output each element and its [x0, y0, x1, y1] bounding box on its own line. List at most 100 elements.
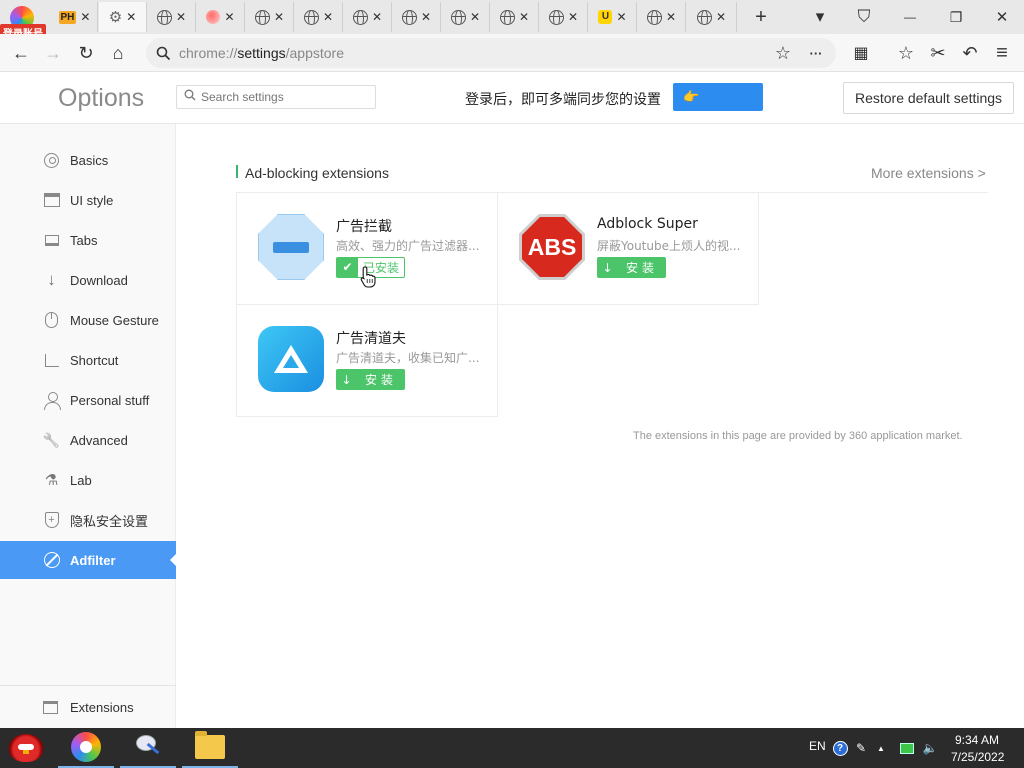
tab-close-icon[interactable]: ✕ — [323, 11, 333, 23]
pen-icon[interactable]: ✎ — [853, 740, 869, 756]
apps-icon[interactable]: ▦ — [848, 40, 874, 66]
extension-card[interactable]: 广告拦截 高效、强力的广告过滤器... ✔ 已安装 — [236, 192, 498, 305]
u-favicon-icon: U — [598, 10, 613, 24]
sidebar-item-download[interactable]: ↓ Download — [0, 261, 176, 299]
tab-page[interactable]: ✕ — [148, 2, 196, 32]
install-button[interactable]: ↓ 安装 — [336, 369, 405, 390]
sidebar-item-ui-style[interactable]: UI style — [0, 181, 176, 219]
show-hidden-icons[interactable]: ▲ — [873, 740, 889, 756]
gear-icon: ⚙ — [108, 9, 123, 26]
tab-page[interactable]: ✕ — [442, 2, 490, 32]
help-icon[interactable]: ? — [832, 740, 848, 756]
address-bar[interactable]: chrome://settings/appstore ☆ ··· — [146, 38, 836, 68]
taskbar-app-file-explorer[interactable] — [182, 728, 238, 768]
tab-page[interactable]: ✕ — [295, 2, 343, 32]
tab-ph[interactable]: PH ✕ — [52, 2, 98, 32]
window-icon — [43, 192, 60, 209]
sidebar-item-label: Download — [70, 272, 128, 288]
sidebar-divider — [0, 685, 176, 686]
undo-icon[interactable]: ↶ — [957, 40, 983, 66]
minimize-button[interactable]: — — [892, 4, 928, 30]
tab-close-icon[interactable]: ✕ — [716, 11, 726, 23]
close-window-button[interactable]: ✕ — [984, 4, 1020, 30]
sidebar-item-personal-stuff[interactable]: Personal stuff — [0, 381, 176, 419]
page-title: Options — [58, 84, 145, 112]
tab-close-icon[interactable]: ✕ — [176, 11, 186, 23]
battery-icon[interactable] — [899, 740, 915, 756]
sidebar-item-label: Mouse Gesture — [70, 312, 159, 328]
sidebar-item-advanced[interactable]: 🔧 Advanced — [0, 421, 176, 459]
new-tab-button[interactable]: + — [743, 4, 779, 30]
restore-window-button[interactable]: ❐ — [938, 4, 974, 30]
extension-title: 广告清道夫 — [336, 331, 406, 347]
login-sync-button[interactable]: 👉 — [673, 83, 763, 111]
url-scheme: chrome:// — [179, 45, 238, 61]
tab-page[interactable]: ✕ — [638, 2, 686, 32]
taskbar-app-angry-birds[interactable] — [2, 728, 50, 768]
tab-close-icon[interactable]: ✕ — [126, 11, 136, 23]
sidebar-item-lab[interactable]: ⚗ Lab — [0, 461, 176, 499]
tab-page[interactable]: ✕ — [197, 2, 245, 32]
tab-close-icon[interactable]: ✕ — [274, 11, 284, 23]
forward-button[interactable]: → — [40, 40, 66, 66]
more-icon[interactable]: ··· — [804, 41, 828, 65]
tab-page[interactable]: ✕ — [344, 2, 392, 32]
shortcut-icon — [43, 352, 60, 369]
restore-defaults-button[interactable]: Restore default settings — [843, 82, 1014, 114]
sidebar-item-tabs[interactable]: Tabs — [0, 221, 176, 259]
tab-menu-icon[interactable]: ▾ — [802, 4, 838, 30]
back-button[interactable]: ← — [8, 40, 34, 66]
tab-close-icon[interactable]: ✕ — [616, 11, 626, 23]
pointing-hand-icon: 👉 — [683, 89, 700, 104]
home-button[interactable]: ⌂ — [105, 40, 131, 66]
tab-page[interactable]: ✕ — [393, 2, 441, 32]
sidebar-item-label: Basics — [70, 152, 109, 168]
tab-page[interactable]: U ✕ — [589, 2, 637, 32]
tab-close-icon[interactable]: ✕ — [372, 11, 382, 23]
more-extensions-link[interactable]: More extensions > — [871, 165, 986, 181]
taskbar-app-snipping-tool[interactable] — [120, 728, 176, 768]
volume-icon[interactable]: 🔈 — [922, 740, 938, 756]
scissors-icon[interactable]: ✂ — [925, 40, 951, 66]
download-arrow-icon: ↓ — [341, 372, 352, 387]
sidebar-item-privacy[interactable]: + 隐私安全设置 — [0, 501, 176, 539]
extension-card[interactable]: ABS Adblock Super 屏蔽Youtube上烦人的视... ↓ 安装 — [497, 192, 759, 305]
bookmark-star-icon[interactable]: ☆ — [771, 41, 795, 65]
tab-page[interactable]: ✕ — [540, 2, 588, 32]
install-button[interactable]: ↓ 安装 — [597, 257, 666, 278]
taskbar-app-360-browser[interactable] — [58, 728, 114, 768]
search-settings[interactable] — [176, 85, 376, 109]
tab-close-icon[interactable]: ✕ — [421, 11, 431, 23]
sidebar-item-mouse-gesture[interactable]: Mouse Gesture — [0, 301, 176, 339]
clock-time[interactable]: 9:34 AM — [955, 733, 999, 747]
sidebar-item-shortcut[interactable]: Shortcut — [0, 341, 176, 379]
clock-date[interactable]: 7/25/2022 — [951, 750, 1004, 764]
tab-close-icon[interactable]: ✕ — [568, 11, 578, 23]
url-text[interactable]: chrome://settings/appstore — [179, 45, 344, 61]
tab-close-icon[interactable]: ✕ — [224, 11, 234, 23]
skin-icon[interactable]: ⛉ — [846, 4, 882, 30]
extension-card[interactable]: 广告清道夫 广告清道夫，收集已知广... ↓ 安装 — [236, 304, 498, 417]
tab-page[interactable]: ✕ — [491, 2, 539, 32]
sidebar-item-adfilter[interactable]: Adfilter — [0, 541, 176, 579]
tab-page[interactable]: ✕ — [687, 2, 737, 32]
abs-stop-icon: ABS — [519, 214, 585, 280]
tab-close-icon[interactable]: ✕ — [80, 11, 90, 23]
tab-settings[interactable]: ⚙ ✕ — [99, 2, 147, 32]
tab-close-icon[interactable]: ✕ — [470, 11, 480, 23]
tab-close-icon[interactable]: ✕ — [666, 11, 676, 23]
globe-icon — [696, 9, 712, 25]
search-input[interactable] — [201, 89, 371, 105]
sidebar-item-basics[interactable]: Basics — [0, 141, 176, 179]
sidebar-item-extensions[interactable]: Extensions — [0, 688, 176, 726]
tab-close-icon[interactable]: ✕ — [519, 11, 529, 23]
input-language[interactable]: EN — [809, 739, 826, 753]
favorites-icon[interactable]: ☆ — [893, 40, 919, 66]
reload-button[interactable]: ↻ — [73, 40, 99, 66]
menu-icon[interactable]: ≡ — [989, 40, 1015, 66]
section-title: Ad-blocking extensions — [245, 165, 389, 181]
tab-page[interactable]: ✕ — [246, 2, 294, 32]
button-label: 安装 — [364, 373, 397, 387]
sidebar-item-label: Adfilter — [70, 552, 116, 568]
person-icon — [43, 392, 61, 410]
